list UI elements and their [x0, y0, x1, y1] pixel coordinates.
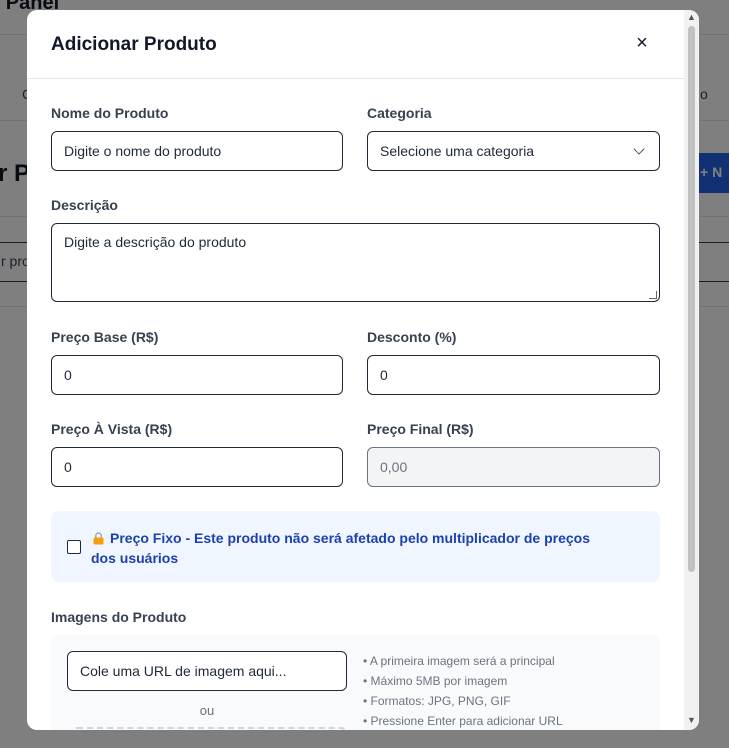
modal-header: Adicionar Produto ×: [27, 10, 684, 79]
category-label: Categoria: [367, 105, 432, 121]
fixed-price-label[interactable]: Preço Fixo - Este produto não será afeta…: [91, 528, 611, 568]
discount-label: Desconto (%): [367, 329, 457, 345]
product-name-input[interactable]: Digite o nome do produto: [51, 131, 343, 171]
category-selected-value: Selecione uma categoria: [380, 143, 535, 159]
scrollbar-thumb[interactable]: [688, 26, 695, 572]
description-placeholder: Digite a descrição do produto: [64, 234, 247, 250]
description-label: Descrição: [51, 197, 118, 213]
fixed-price-checkbox[interactable]: [67, 540, 81, 554]
image-hint: • Pressione Enter para adicionar URL: [363, 714, 563, 728]
image-url-input[interactable]: Cole uma URL de imagem aqui...: [67, 651, 347, 691]
image-hint: • A primeira imagem será a principal: [363, 654, 555, 668]
base-price-input[interactable]: 0: [51, 355, 343, 395]
cash-price-label: Preço À Vista (R$): [51, 421, 173, 437]
product-name-label: Nome do Produto: [51, 105, 169, 121]
close-button[interactable]: ×: [631, 32, 653, 54]
scroll-up-icon[interactable]: ▲: [687, 12, 696, 22]
resize-handle-icon[interactable]: [649, 291, 657, 299]
fixed-price-box: Preço Fixo - Este produto não será afeta…: [51, 511, 660, 582]
final-price-field: 0,00: [367, 447, 660, 487]
base-price-label: Preço Base (R$): [51, 329, 159, 345]
description-textarea[interactable]: Digite a descrição do produto: [51, 223, 660, 302]
cash-price-input[interactable]: 0: [51, 447, 343, 487]
chevron-down-icon: [633, 143, 645, 155]
images-upload-area: Cole uma URL de imagem aqui... ou • A pr…: [51, 635, 660, 730]
images-label: Imagens do Produto: [51, 609, 187, 625]
modal-scrollbar[interactable]: ▲ ▼: [684, 10, 699, 730]
image-dropzone[interactable]: [71, 727, 347, 730]
discount-input[interactable]: 0: [367, 355, 660, 395]
image-hint: • Máximo 5MB por imagem: [363, 674, 508, 688]
fixed-price-text: Preço Fixo - Este produto não será afeta…: [91, 530, 590, 566]
category-select[interactable]: Selecione uma categoria: [367, 131, 660, 171]
image-hints-list: • A primeira imagem será a principal • M…: [363, 651, 563, 730]
add-product-modal: Adicionar Produto × Nome do Produto Digi…: [27, 10, 699, 730]
image-hint: • Formatos: JPG, PNG, GIF: [363, 694, 511, 708]
scroll-down-icon[interactable]: ▼: [687, 715, 696, 725]
final-price-label: Preço Final (R$): [367, 421, 474, 437]
or-divider-text: ou: [199, 703, 215, 718]
modal-title: Adicionar Produto: [51, 34, 217, 55]
lock-icon: [93, 532, 104, 545]
